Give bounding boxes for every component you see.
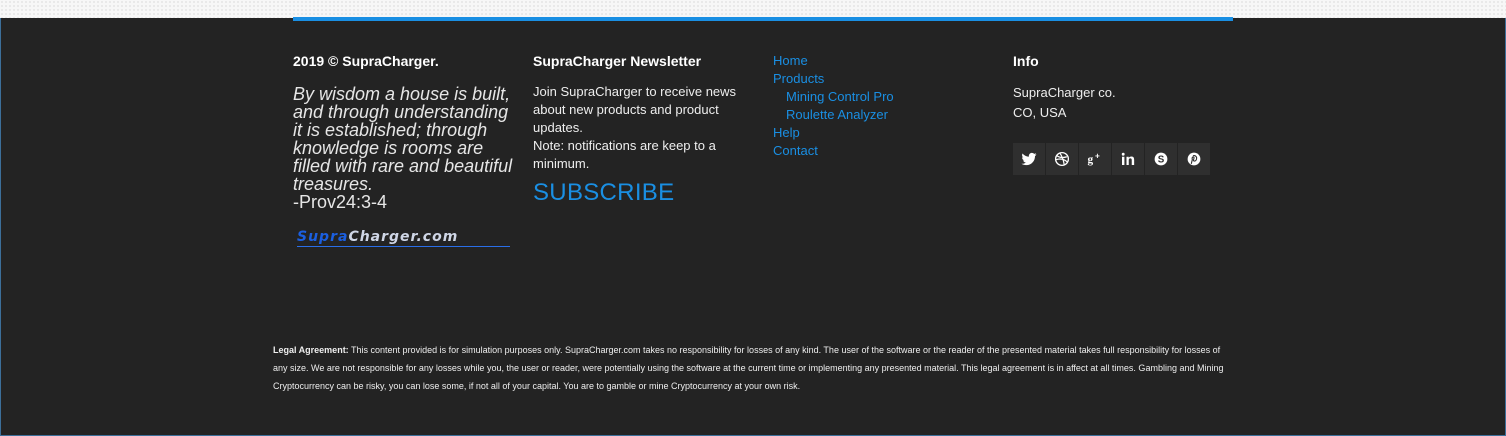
- linkedin-icon: [1121, 152, 1135, 165]
- nav-home-link[interactable]: Home: [773, 52, 973, 70]
- newsletter-description: Join SupraCharger to receive news about …: [533, 84, 737, 135]
- google-plus-icon: g +: [1088, 151, 1101, 166]
- footer-col-about: 2019 © SupraCharger. By wisdom a house i…: [293, 53, 518, 247]
- frame-edge-left: [0, 18, 1, 436]
- copyright-text: 2019 © SupraCharger.: [293, 53, 439, 69]
- supracharger-logo: SupraCharger.com: [297, 228, 510, 248]
- nav-help-link[interactable]: Help: [773, 124, 973, 142]
- skype-button[interactable]: S: [1145, 143, 1177, 175]
- top-page-strip: [0, 0, 1506, 18]
- linkedin-button[interactable]: [1112, 143, 1144, 175]
- footer-col-newsletter: SupraCharger Newsletter Join SupraCharge…: [533, 53, 748, 207]
- nav-contact-link[interactable]: Contact: [773, 142, 973, 160]
- twitter-button[interactable]: [1013, 143, 1045, 175]
- proverb-reference: -Prov24:3-4: [293, 192, 388, 212]
- footer-col-info: Info SupraCharger co. CO, USA g + S: [1013, 53, 1243, 175]
- newsletter-heading: SupraCharger Newsletter: [533, 53, 702, 69]
- subscribe-link[interactable]: SUBSCRIBE: [533, 179, 674, 207]
- footer-accent-bar: [293, 17, 1233, 21]
- svg-text:S: S: [1158, 154, 1165, 165]
- logo-charger: Charger.com: [348, 229, 459, 245]
- footer-col-nav: Home Products Mining Control Pro Roulett…: [773, 52, 973, 160]
- proverb-quote: By wisdom a house is built, and through …: [293, 84, 513, 194]
- dribbble-button[interactable]: [1046, 143, 1078, 175]
- company-location: CO, USA: [1013, 105, 1067, 120]
- social-icons-row: g + S: [1013, 143, 1243, 175]
- legal-label: Legal Agreement:: [273, 345, 349, 355]
- pinterest-icon: [1187, 152, 1201, 166]
- pinterest-button[interactable]: [1178, 143, 1210, 175]
- twitter-icon: [1021, 152, 1037, 166]
- newsletter-note: Note: notifications are keep to a minimu…: [533, 138, 716, 171]
- svg-text:g: g: [1088, 154, 1094, 166]
- skype-icon: S: [1154, 152, 1168, 165]
- company-name: SupraCharger co.: [1013, 85, 1116, 100]
- nav-roulette-analyzer-link[interactable]: Roulette Analyzer: [773, 106, 973, 124]
- logo-underline: [297, 246, 510, 247]
- nav-products-link[interactable]: Products: [773, 70, 973, 88]
- dribbble-icon: [1054, 151, 1070, 167]
- legal-text: This content provided is for simulation …: [273, 345, 1224, 391]
- svg-text:+: +: [1095, 151, 1100, 160]
- nav-mining-control-pro-link[interactable]: Mining Control Pro: [773, 88, 973, 106]
- legal-agreement: Legal Agreement: This content provided i…: [273, 341, 1233, 395]
- info-heading: Info: [1013, 53, 1039, 69]
- google-plus-button[interactable]: g +: [1079, 143, 1111, 175]
- logo-supra: Supra: [297, 229, 349, 245]
